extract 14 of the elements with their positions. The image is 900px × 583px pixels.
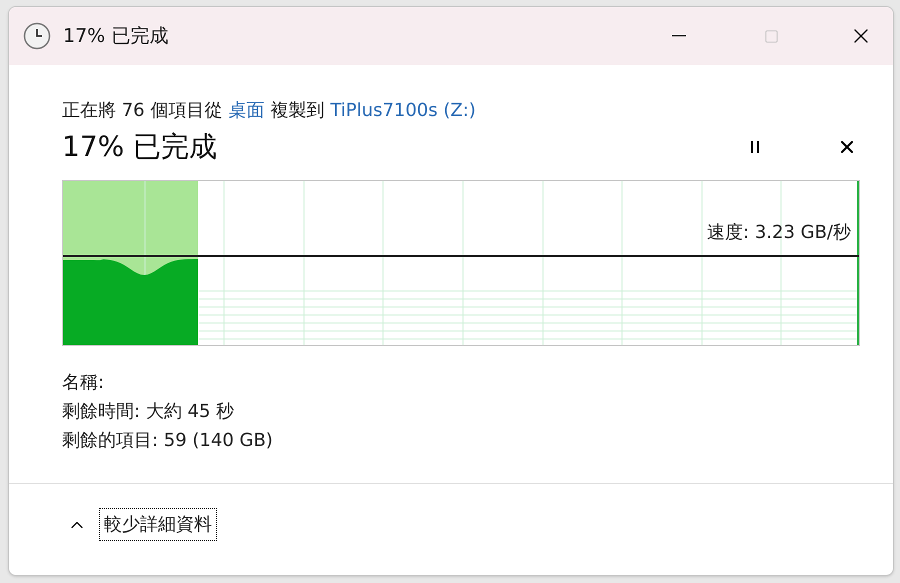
location-link[interactable]: TiPlus7100s (Z:) <box>330 97 476 124</box>
progress-heading: 17% 已完成 <box>62 129 218 165</box>
location-link[interactable]: 桌面 <box>228 97 264 124</box>
detail-text: 名稱: <box>62 371 106 395</box>
speed-label: 速度: 3.23 GB/秒 <box>707 221 851 245</box>
detail-text: 剩餘時間: 大約 45 秒 <box>62 400 236 424</box>
copy-status-text: 正在將 76 個項目從 桌面 複製到 TiPlus7100s (Z:) <box>62 97 866 124</box>
maximize-icon <box>764 28 778 44</box>
minimize-icon <box>672 35 686 37</box>
details-toggle-button[interactable]: 較少詳細資料 <box>99 508 217 541</box>
clock-icon <box>23 22 51 50</box>
window-title: 17% 已完成 <box>63 24 168 49</box>
pause-icon <box>750 141 760 153</box>
detail-text: 剩餘的項目: 59 (140 GB) <box>62 429 274 453</box>
